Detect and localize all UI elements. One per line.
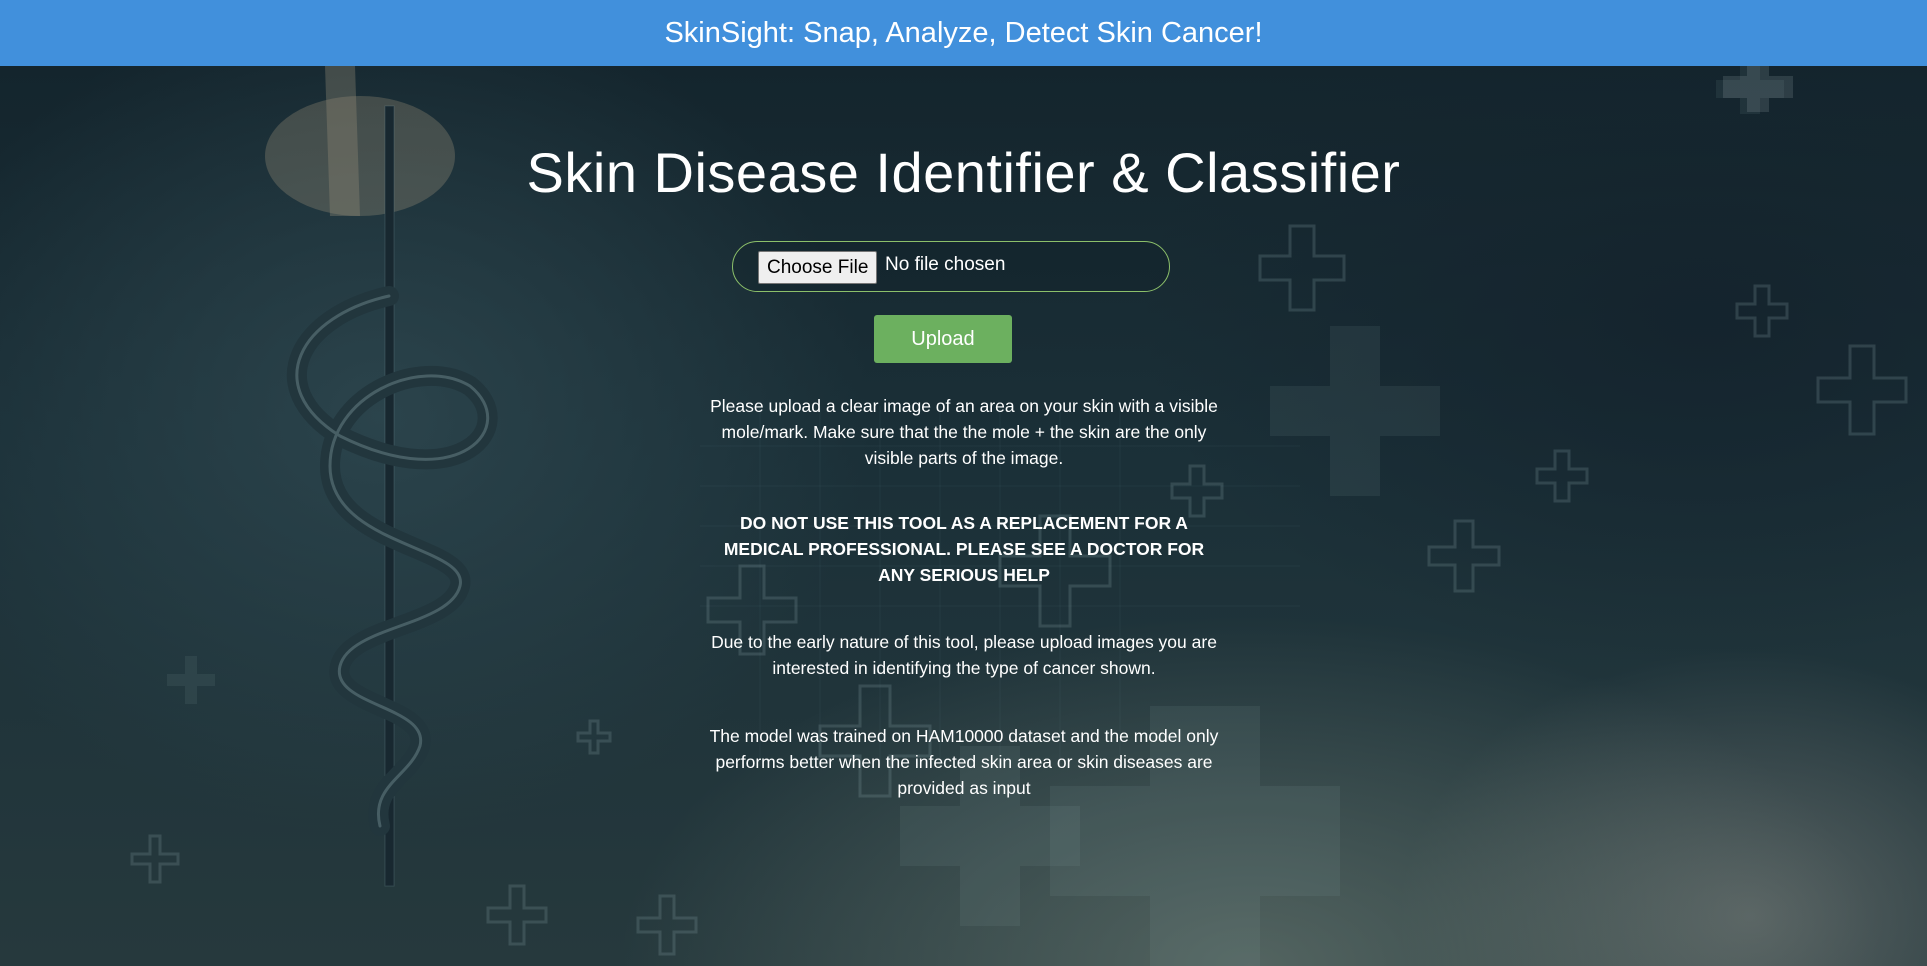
- file-input-container: Choose File No file chosen: [732, 241, 1170, 292]
- model-info-text: The model was trained on HAM10000 datase…: [709, 726, 1219, 798]
- main-content: Skin Disease Identifier & Classifier Cho…: [0, 66, 1927, 966]
- app-title: SkinSight: Snap, Analyze, Detect Skin Ca…: [664, 16, 1263, 49]
- instructions-text: Please upload a clear image of an area o…: [710, 396, 1218, 468]
- page: SkinSight: Snap, Analyze, Detect Skin Ca…: [0, 0, 1927, 966]
- app-header: SkinSight: Snap, Analyze, Detect Skin Ca…: [0, 0, 1927, 66]
- choose-file-button[interactable]: Choose File: [758, 251, 878, 284]
- page-title: Skin Disease Identifier & Classifier: [526, 141, 1401, 204]
- warning-text: DO NOT USE THIS TOOL AS A REPLACEMENT FO…: [723, 513, 1205, 585]
- note-text: Due to the early nature of this tool, pl…: [711, 632, 1217, 678]
- upload-button[interactable]: Upload: [874, 315, 1012, 363]
- file-status-text: No file chosen: [885, 254, 1006, 275]
